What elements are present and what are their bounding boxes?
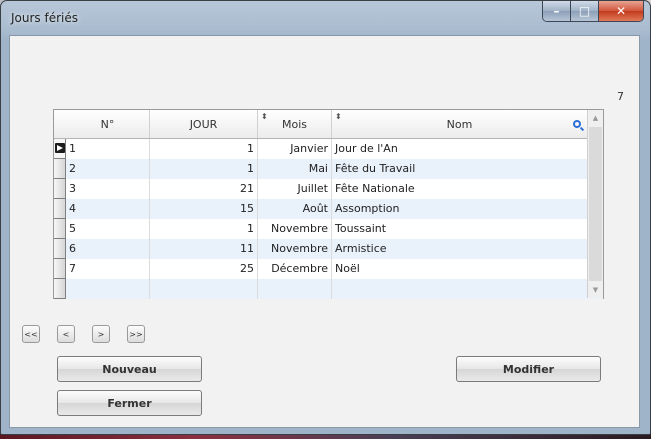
- last-record-button[interactable]: >>: [127, 325, 145, 343]
- table-cell-jour[interactable]: 1: [150, 219, 258, 239]
- row-selector[interactable]: [54, 219, 66, 239]
- table-cell-mois[interactable]: [258, 279, 332, 299]
- table-row[interactable]: 7 25 Décembre Noël: [54, 259, 603, 279]
- table-cell-nom[interactable]: Fête du Travail: [332, 159, 587, 179]
- table-cell-nom[interactable]: Assomption: [332, 199, 587, 219]
- table-cell-jour[interactable]: 1: [150, 159, 258, 179]
- table-cell-jour[interactable]: 25: [150, 259, 258, 279]
- row-selector[interactable]: [54, 239, 66, 259]
- table-cell-no[interactable]: 7: [66, 259, 150, 279]
- row-selector[interactable]: [54, 159, 66, 179]
- table-cell-nom[interactable]: Toussaint: [332, 219, 587, 239]
- column-header-jour[interactable]: JOUR: [150, 110, 258, 138]
- record-count: 7: [617, 90, 624, 103]
- table-row[interactable]: 1 1 Janvier Jour de l'An: [54, 139, 603, 159]
- previous-record-button[interactable]: <: [57, 325, 75, 343]
- window-content: 7 N° JOUR ⬍ Mois ⬍ Nom 1 1 Janvier Jour …: [9, 35, 640, 428]
- scroll-thumb[interactable]: [589, 127, 602, 281]
- table-cell-no[interactable]: 1: [66, 139, 150, 159]
- maximize-button[interactable]: □: [571, 1, 599, 21]
- sort-icon[interactable]: ⬍: [335, 112, 342, 121]
- edit-button[interactable]: Modifier: [456, 356, 601, 382]
- close-button[interactable]: ✕: [599, 1, 643, 21]
- table-row[interactable]: 4 15 Août Assomption: [54, 199, 603, 219]
- table-cell-no[interactable]: 5: [66, 219, 150, 239]
- table-cell-no[interactable]: 6: [66, 239, 150, 259]
- table-cell-mois[interactable]: Janvier: [258, 139, 332, 159]
- table-cell-jour[interactable]: [150, 279, 258, 299]
- scroll-up-icon[interactable]: ▲: [588, 110, 603, 126]
- table-cell-nom[interactable]: Jour de l'An: [332, 139, 587, 159]
- table-cell-mois[interactable]: Juillet: [258, 179, 332, 199]
- column-header-mois[interactable]: ⬍ Mois: [258, 110, 332, 138]
- column-label: Nom: [446, 117, 473, 131]
- table-cell-jour[interactable]: 15: [150, 199, 258, 219]
- table-cell-jour[interactable]: 11: [150, 239, 258, 259]
- table-cell-no[interactable]: [66, 279, 150, 299]
- row-selector[interactable]: [54, 279, 66, 299]
- column-header-no[interactable]: N°: [66, 110, 150, 138]
- next-record-button[interactable]: >: [92, 325, 110, 343]
- row-pointer-icon: [55, 143, 65, 153]
- table-row[interactable]: 6 11 Novembre Armistice: [54, 239, 603, 259]
- table-cell-mois[interactable]: Mai: [258, 159, 332, 179]
- table-cell-nom[interactable]: [332, 279, 587, 299]
- table-cell-mois[interactable]: Novembre: [258, 219, 332, 239]
- table-row[interactable]: [54, 279, 603, 299]
- search-icon[interactable]: [573, 120, 581, 128]
- table-row[interactable]: 3 21 Juillet Fête Nationale: [54, 179, 603, 199]
- table-cell-mois[interactable]: Décembre: [258, 259, 332, 279]
- minimize-button[interactable]: –: [543, 1, 571, 21]
- table-cell-mois[interactable]: Novembre: [258, 239, 332, 259]
- table-cell-no[interactable]: 2: [66, 159, 150, 179]
- vertical-scrollbar[interactable]: ▲ ▼: [587, 110, 603, 298]
- row-selector[interactable]: [54, 259, 66, 279]
- table-row[interactable]: 2 1 Mai Fête du Travail: [54, 159, 603, 179]
- table-cell-jour[interactable]: 21: [150, 179, 258, 199]
- new-button[interactable]: Nouveau: [57, 356, 202, 382]
- table-cell-mois[interactable]: Août: [258, 199, 332, 219]
- first-record-button[interactable]: <<: [22, 325, 40, 343]
- table-cell-no[interactable]: 4: [66, 199, 150, 219]
- column-label: Mois: [281, 117, 307, 131]
- scroll-down-icon[interactable]: ▼: [588, 282, 603, 298]
- column-label: JOUR: [189, 117, 218, 131]
- table-header: N° JOUR ⬍ Mois ⬍ Nom: [54, 110, 603, 139]
- row-selector[interactable]: [54, 199, 66, 219]
- title-bar[interactable]: Jours fériés – □ ✕: [1, 1, 650, 35]
- window: Jours fériés – □ ✕ 7 N° JOUR ⬍ Mois ⬍ No…: [0, 0, 651, 435]
- close-form-button[interactable]: Fermer: [57, 390, 202, 416]
- column-header-nom[interactable]: ⬍ Nom: [332, 110, 587, 138]
- table-cell-no[interactable]: 3: [66, 179, 150, 199]
- row-selector[interactable]: [54, 179, 66, 199]
- holidays-table[interactable]: N° JOUR ⬍ Mois ⬍ Nom 1 1 Janvier Jour de l'…: [53, 109, 604, 299]
- window-controls: – □ ✕: [542, 1, 644, 22]
- sort-icon[interactable]: ⬍: [261, 112, 268, 121]
- table-row[interactable]: 5 1 Novembre Toussaint: [54, 219, 603, 239]
- table-cell-nom[interactable]: Armistice: [332, 239, 587, 259]
- table-cell-nom[interactable]: Fête Nationale: [332, 179, 587, 199]
- table-cell-jour[interactable]: 1: [150, 139, 258, 159]
- row-selector[interactable]: [54, 139, 66, 159]
- column-label: N°: [100, 117, 115, 131]
- table-cell-nom[interactable]: Noël: [332, 259, 587, 279]
- window-title: Jours fériés: [11, 11, 78, 25]
